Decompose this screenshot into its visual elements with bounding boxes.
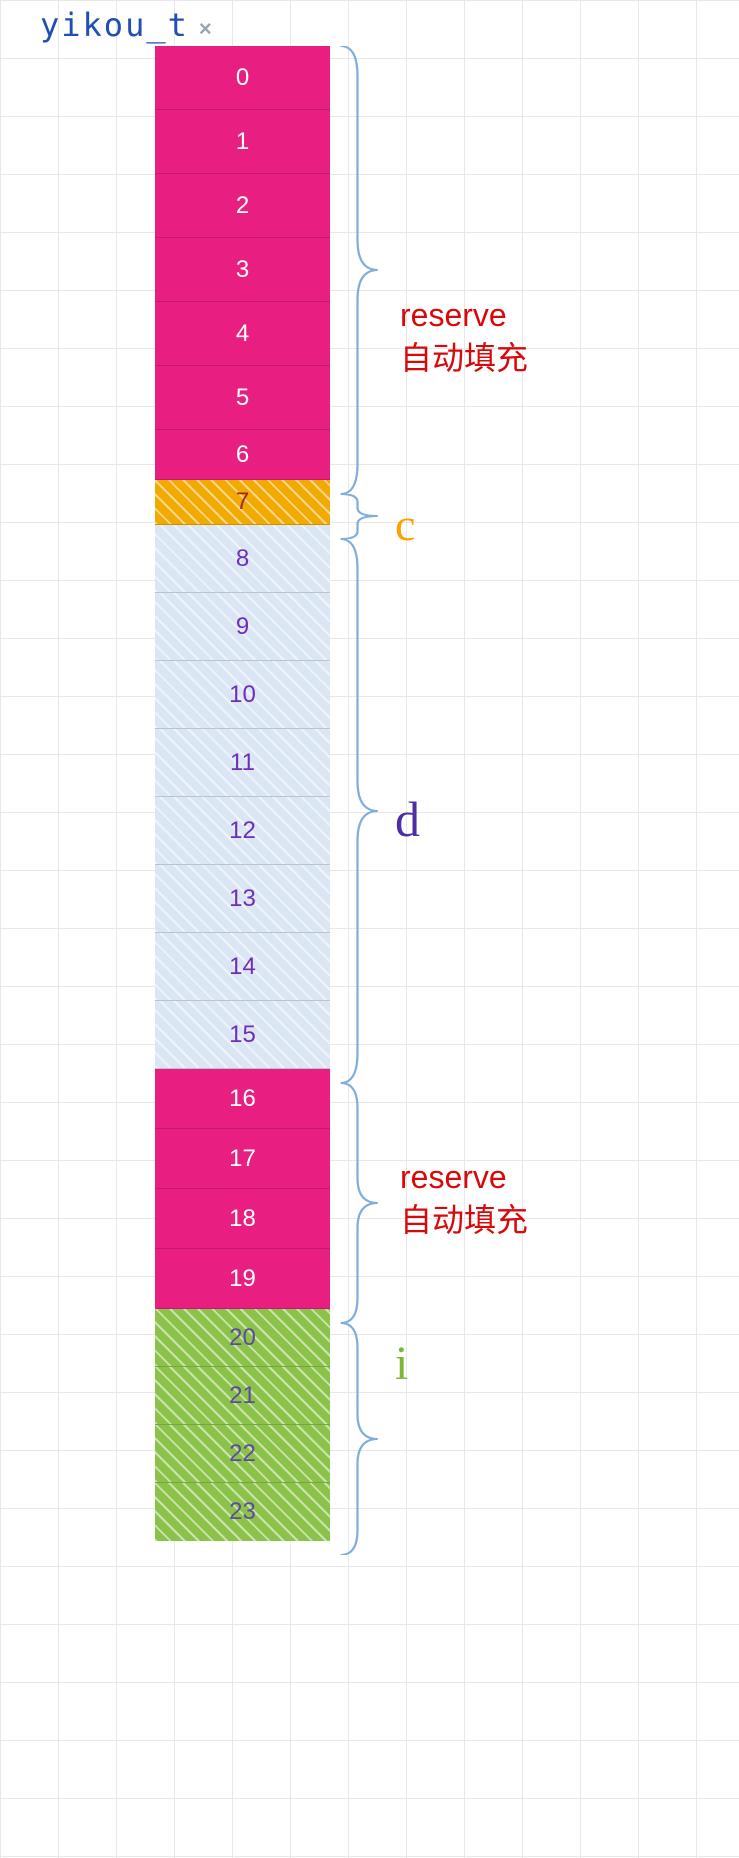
byte-index: 22 [229,1440,256,1468]
byte-cell: 8 [155,525,330,593]
byte-index: 8 [236,545,249,573]
label-reserve-2-line1: reserve [400,1156,528,1199]
byte-index: 4 [236,320,249,348]
byte-index: 6 [236,441,249,469]
label-i: i [395,1332,408,1397]
byte-index: 12 [229,817,256,845]
label-reserve-2: reserve 自动填充 [400,1156,528,1242]
byte-index: 21 [229,1382,256,1410]
byte-index: 17 [229,1145,256,1173]
byte-cell: 3 [155,238,330,302]
byte-stack: 01234567891011121314151617181920212223 [155,46,330,1541]
byte-index: 2 [236,192,249,220]
byte-cell: 7 [155,480,330,525]
byte-cell: 16 [155,1069,330,1129]
byte-index: 3 [236,256,249,284]
byte-cell: 9 [155,593,330,661]
byte-cell: 10 [155,661,330,729]
byte-index: 20 [229,1324,256,1352]
label-c: c [395,494,415,556]
byte-cell: 19 [155,1249,330,1309]
byte-index: 5 [236,384,249,412]
byte-cell: 15 [155,1001,330,1069]
byte-index: 9 [236,613,249,641]
byte-cell: 20 [155,1309,330,1367]
byte-cell: 17 [155,1129,330,1189]
byte-index: 16 [229,1085,256,1113]
byte-cell: 11 [155,729,330,797]
byte-cell: 23 [155,1483,330,1541]
byte-cell: 22 [155,1425,330,1483]
byte-cell: 0 [155,46,330,110]
byte-index: 14 [229,953,256,981]
struct-title-row: yikou_t × [40,6,212,44]
byte-cell: 14 [155,933,330,1001]
byte-cell: 1 [155,110,330,174]
byte-index: 7 [236,488,249,516]
label-reserve-1-line2: 自动填充 [400,337,528,380]
label-d: d [395,786,420,854]
byte-index: 1 [236,128,249,156]
byte-index: 15 [229,1021,256,1049]
byte-index: 13 [229,885,256,913]
byte-index: 11 [230,749,255,777]
byte-cell: 2 [155,174,330,238]
struct-title: yikou_t [40,6,189,44]
byte-cell: 18 [155,1189,330,1249]
label-reserve-1: reserve 自动填充 [400,294,528,380]
annotation-layer: reserve 自动填充 c d reserve 自动填充 i [335,46,695,1806]
label-reserve-1-line1: reserve [400,294,528,337]
byte-index: 10 [229,681,256,709]
byte-index: 19 [229,1265,256,1293]
byte-index: 18 [229,1205,256,1233]
byte-cell: 4 [155,302,330,366]
byte-index: 0 [236,64,249,92]
byte-cell: 13 [155,865,330,933]
close-icon: × [199,16,212,42]
label-reserve-2-line2: 自动填充 [400,1199,528,1242]
byte-cell: 5 [155,366,330,430]
byte-cell: 12 [155,797,330,865]
byte-cell: 6 [155,430,330,480]
byte-index: 23 [229,1498,256,1526]
byte-cell: 21 [155,1367,330,1425]
